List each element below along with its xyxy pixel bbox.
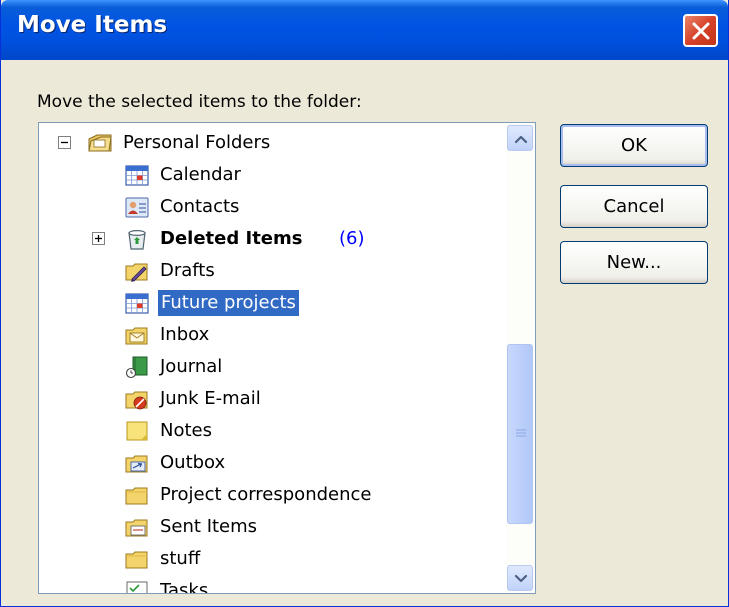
tree-item-label: stuff xyxy=(160,548,201,569)
close-button[interactable] xyxy=(683,14,718,47)
window-title: Move Items xyxy=(17,12,168,38)
calendar-icon xyxy=(125,165,149,186)
tree-item-project-correspondence[interactable]: Project correspondence xyxy=(39,480,509,510)
tree-item-sent-items[interactable]: Sent Items xyxy=(39,512,509,542)
tree-item-junk-email[interactable]: Junk E-mail xyxy=(39,384,509,414)
folder-icon xyxy=(125,487,148,505)
tree-item-future-projects[interactable]: Future projects xyxy=(39,288,509,318)
folder-tree[interactable]: Personal Folders Calendar Contacts Delet… xyxy=(38,122,536,594)
deleted-items-icon xyxy=(128,229,146,250)
tree-item-drafts[interactable]: Drafts xyxy=(39,256,509,286)
tree-item-label: Drafts xyxy=(160,260,215,281)
tree-item-label: Calendar xyxy=(160,164,241,185)
close-icon xyxy=(692,22,710,40)
unread-count: (6) xyxy=(339,228,365,249)
chevron-down-icon xyxy=(514,574,528,583)
new-folder-button[interactable]: New... xyxy=(560,241,708,284)
tree-item-deleted-items[interactable]: Deleted Items (6) xyxy=(39,224,509,254)
junk-email-icon xyxy=(125,391,148,410)
calendar-icon xyxy=(125,293,149,314)
title-bar[interactable]: Move Items xyxy=(1,0,728,60)
scroll-thumb[interactable] xyxy=(507,344,533,524)
scroll-up-button[interactable] xyxy=(507,125,533,151)
folder-icon xyxy=(125,551,148,569)
outbox-icon xyxy=(125,455,148,473)
tree-scrollbar[interactable] xyxy=(506,124,534,592)
drafts-icon xyxy=(125,263,148,282)
tree-item-notes[interactable]: Notes xyxy=(39,416,509,446)
minus-icon xyxy=(61,141,68,144)
ok-button[interactable]: OK xyxy=(560,124,708,167)
cancel-button[interactable]: Cancel xyxy=(560,185,708,228)
tree-item-journal[interactable]: Journal xyxy=(39,352,509,382)
tree-item-label: Journal xyxy=(160,356,223,377)
journal-icon xyxy=(125,356,148,379)
tree-item-calendar[interactable]: Calendar xyxy=(39,160,509,190)
plus-icon xyxy=(95,235,102,242)
grip-icon xyxy=(516,429,526,437)
tree-item-label: Project correspondence xyxy=(160,484,372,505)
scroll-down-button[interactable] xyxy=(507,565,533,591)
tree-item-stuff[interactable]: stuff xyxy=(39,544,509,574)
tree-item-label: Contacts xyxy=(160,196,240,217)
tree-item-label: Tasks xyxy=(160,580,209,594)
tree-item-label: Deleted Items xyxy=(160,228,303,249)
notes-icon xyxy=(126,421,148,441)
move-items-dialog: Move Items Move the selected items to th… xyxy=(0,0,729,607)
tree-item-label: Junk E-mail xyxy=(160,388,261,409)
tree-item-outbox[interactable]: Outbox xyxy=(39,448,509,478)
tree-root-label: Personal Folders xyxy=(123,132,271,153)
tree-item-tasks[interactable]: Tasks xyxy=(39,576,509,594)
move-prompt: Move the selected items to the folder: xyxy=(37,92,362,112)
chevron-up-icon xyxy=(514,135,528,144)
tree-item-contacts[interactable]: Contacts xyxy=(39,192,509,222)
tree-item-inbox[interactable]: Inbox xyxy=(39,320,509,350)
collapse-toggle[interactable] xyxy=(58,136,71,149)
tree-item-label: Notes xyxy=(160,420,212,441)
expand-toggle[interactable] xyxy=(92,232,105,245)
tree-item-label: Inbox xyxy=(160,324,210,345)
contacts-icon xyxy=(125,197,149,218)
tasks-icon xyxy=(126,581,148,593)
tree-item-label: Outbox xyxy=(160,452,226,473)
tree-root-personal-folders[interactable]: Personal Folders xyxy=(39,128,509,158)
tree-item-label: Future projects xyxy=(158,290,299,316)
inbox-icon xyxy=(125,327,148,345)
tree-item-label: Sent Items xyxy=(160,516,258,537)
sent-items-icon xyxy=(125,519,148,537)
personal-folders-icon xyxy=(88,134,112,152)
